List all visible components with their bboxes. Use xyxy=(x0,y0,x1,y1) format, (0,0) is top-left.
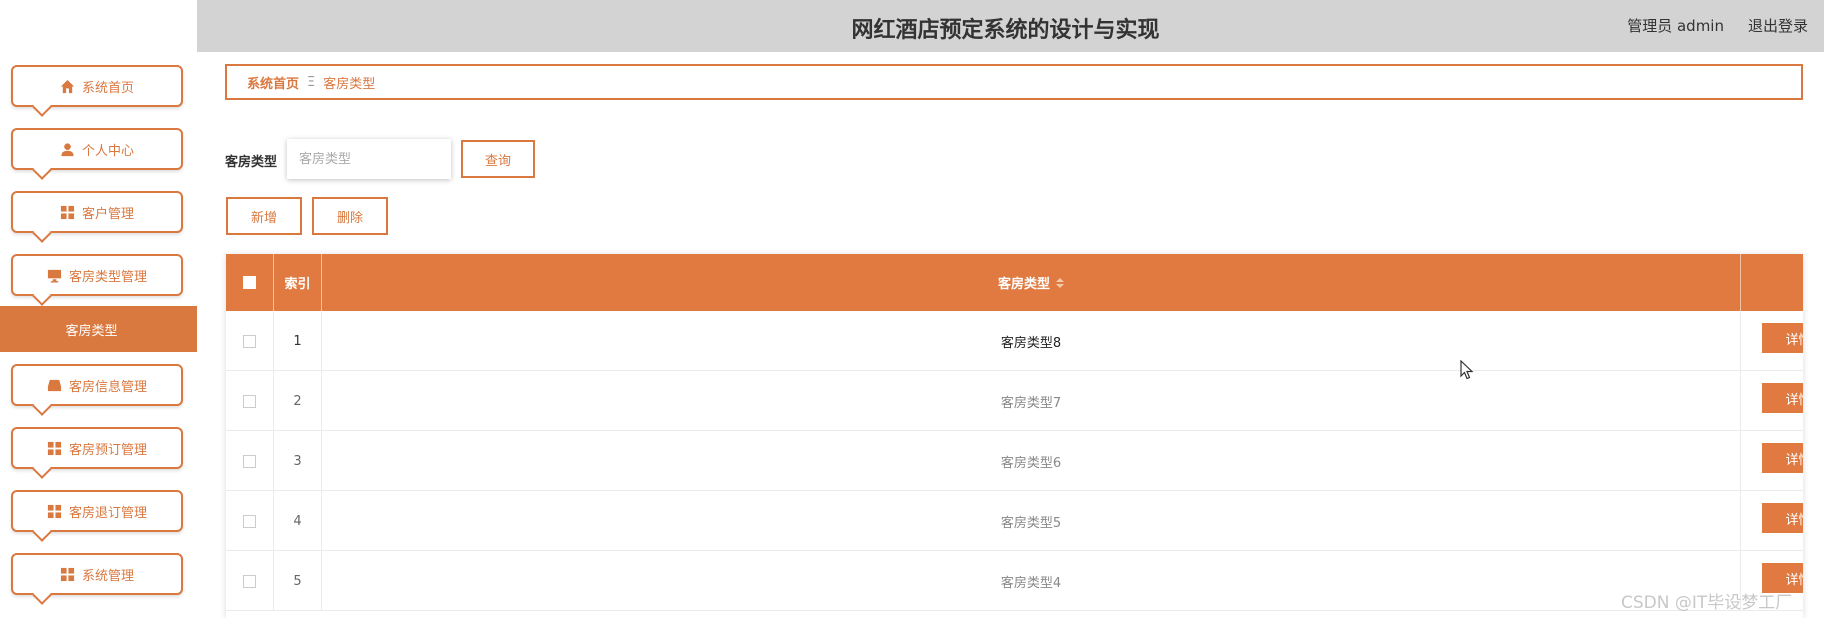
row-checkbox-cell xyxy=(226,491,274,551)
row-index: 3 xyxy=(274,431,322,491)
header-room-type[interactable]: 客房类型 xyxy=(322,254,1741,311)
sidebar-item-profile[interactable]: 个人中心 xyxy=(11,128,183,170)
row-index: 2 xyxy=(274,371,322,431)
row-checkbox-cell xyxy=(226,431,274,491)
sidebar-item-home[interactable]: 系统首页 xyxy=(11,65,183,107)
header-operations: 操作 xyxy=(1741,254,1803,311)
user-icon xyxy=(60,141,76,157)
table-row: 5客房类型4详情修改删除 xyxy=(226,551,1803,611)
grid-icon xyxy=(47,440,63,456)
row-checkbox[interactable] xyxy=(243,394,256,408)
logout-link[interactable]: 退出登录 xyxy=(1748,15,1808,36)
row-index: 4 xyxy=(274,491,322,551)
detail-button[interactable]: 详情 xyxy=(1762,503,1803,533)
breadcrumb: 系统首页 Ξ 客房类型 xyxy=(225,64,1803,100)
sidebar-item-room-type-management[interactable]: 客房类型管理 xyxy=(11,254,183,296)
detail-button[interactable]: 详情 xyxy=(1762,323,1803,353)
sidebar-subitem-room-type[interactable]: 客房类型 xyxy=(0,306,197,352)
sidebar-item-label: 系统首页 xyxy=(81,80,134,96)
detail-button[interactable]: 详情 xyxy=(1762,443,1803,473)
table-row: 1客房类型8详情修改删除 xyxy=(226,311,1803,371)
row-room-type: 客房类型7 xyxy=(322,371,1741,431)
home-icon xyxy=(60,78,76,94)
watermark: CSDN @IT毕设梦工厂 xyxy=(1621,593,1793,613)
sidebar-item-label: 客房预订管理 xyxy=(68,442,147,458)
row-checkbox-cell xyxy=(226,311,274,371)
sidebar-item-system-management[interactable]: 系统管理 xyxy=(11,553,183,595)
current-user: 管理员 admin xyxy=(1627,17,1724,35)
sidebar-item-room-cancel-management[interactable]: 客房退订管理 xyxy=(11,490,183,532)
grid-icon xyxy=(47,503,63,519)
table-row: 4客房类型5详情修改删除 xyxy=(226,491,1803,551)
row-operations: 详情修改删除 xyxy=(1741,431,1803,491)
row-checkbox[interactable] xyxy=(243,574,256,588)
row-index: 5 xyxy=(274,551,322,611)
detail-button[interactable]: 详情 xyxy=(1762,383,1803,413)
table-row: 3客房类型6详情修改删除 xyxy=(226,431,1803,491)
batch-delete-button[interactable]: 删除 xyxy=(312,197,388,235)
sidebar-item-room-info-management[interactable]: 客房信息管理 xyxy=(11,364,183,406)
sidebar-item-customers[interactable]: 客户管理 xyxy=(11,191,183,233)
row-checkbox-cell xyxy=(226,551,274,611)
query-button[interactable]: 查询 xyxy=(461,140,535,178)
row-checkbox[interactable] xyxy=(243,334,256,348)
breadcrumb-separator: Ξ xyxy=(307,74,316,90)
grid-icon xyxy=(60,566,76,582)
header-index: 索引 xyxy=(274,254,322,311)
sidebar-item-label: 客户管理 xyxy=(81,206,134,222)
row-operations: 详情修改删除 xyxy=(1741,371,1803,431)
row-room-type: 客房类型4 xyxy=(322,551,1741,611)
sidebar-item-label: 个人中心 xyxy=(81,143,134,159)
sidebar: 系统首页 个人中心 客户管理 客房类型管理 客房类型 客房信息管理 客房预订管理… xyxy=(0,0,197,618)
sidebar-item-label: 系统管理 xyxy=(81,568,134,584)
header-checkbox-cell xyxy=(226,254,274,311)
row-room-type: 客房类型6 xyxy=(322,431,1741,491)
sidebar-item-label: 客房退订管理 xyxy=(68,505,147,521)
inbox-icon xyxy=(47,377,63,393)
mouse-cursor-icon xyxy=(1460,360,1474,380)
row-operations: 详情修改删除 xyxy=(1741,491,1803,551)
table-header: 索引 客房类型 操作 xyxy=(226,254,1803,311)
row-room-type: 客房类型8 xyxy=(322,311,1741,371)
sidebar-item-label: 客房信息管理 xyxy=(68,379,147,395)
sidebar-item-room-booking-management[interactable]: 客房预订管理 xyxy=(11,427,183,469)
breadcrumb-home-link[interactable]: 系统首页 xyxy=(247,73,299,92)
row-operations: 详情修改删除 xyxy=(1741,311,1803,371)
header-room-type-label: 客房类型 xyxy=(997,277,1050,292)
monitor-icon xyxy=(47,267,63,283)
breadcrumb-current: 客房类型 xyxy=(323,76,376,92)
row-index: 1 xyxy=(274,311,322,371)
data-table: 索引 客房类型 操作 1客房类型8详情修改删除2客房类型7详情修改删除3客房类型… xyxy=(226,254,1803,618)
top-header: 网红酒店预定系统的设计与实现 管理员 admin 退出登录 xyxy=(197,0,1824,52)
row-checkbox[interactable] xyxy=(243,454,256,468)
grid-icon xyxy=(60,204,76,220)
add-button[interactable]: 新增 xyxy=(226,197,302,235)
sidebar-item-label: 客房类型管理 xyxy=(68,269,147,285)
search-input[interactable] xyxy=(287,139,451,179)
select-all-checkbox[interactable] xyxy=(243,276,256,289)
row-room-type: 客房类型5 xyxy=(322,491,1741,551)
sidebar-subitem-label: 客房类型 xyxy=(65,323,118,339)
table-row: 2客房类型7详情修改删除 xyxy=(226,371,1803,431)
row-checkbox[interactable] xyxy=(243,514,256,528)
search-label: 客房类型 xyxy=(225,155,278,170)
row-checkbox-cell xyxy=(226,371,274,431)
page-title: 网红酒店预定系统的设计与实现 xyxy=(851,18,1160,43)
sort-icon[interactable] xyxy=(1056,277,1064,288)
